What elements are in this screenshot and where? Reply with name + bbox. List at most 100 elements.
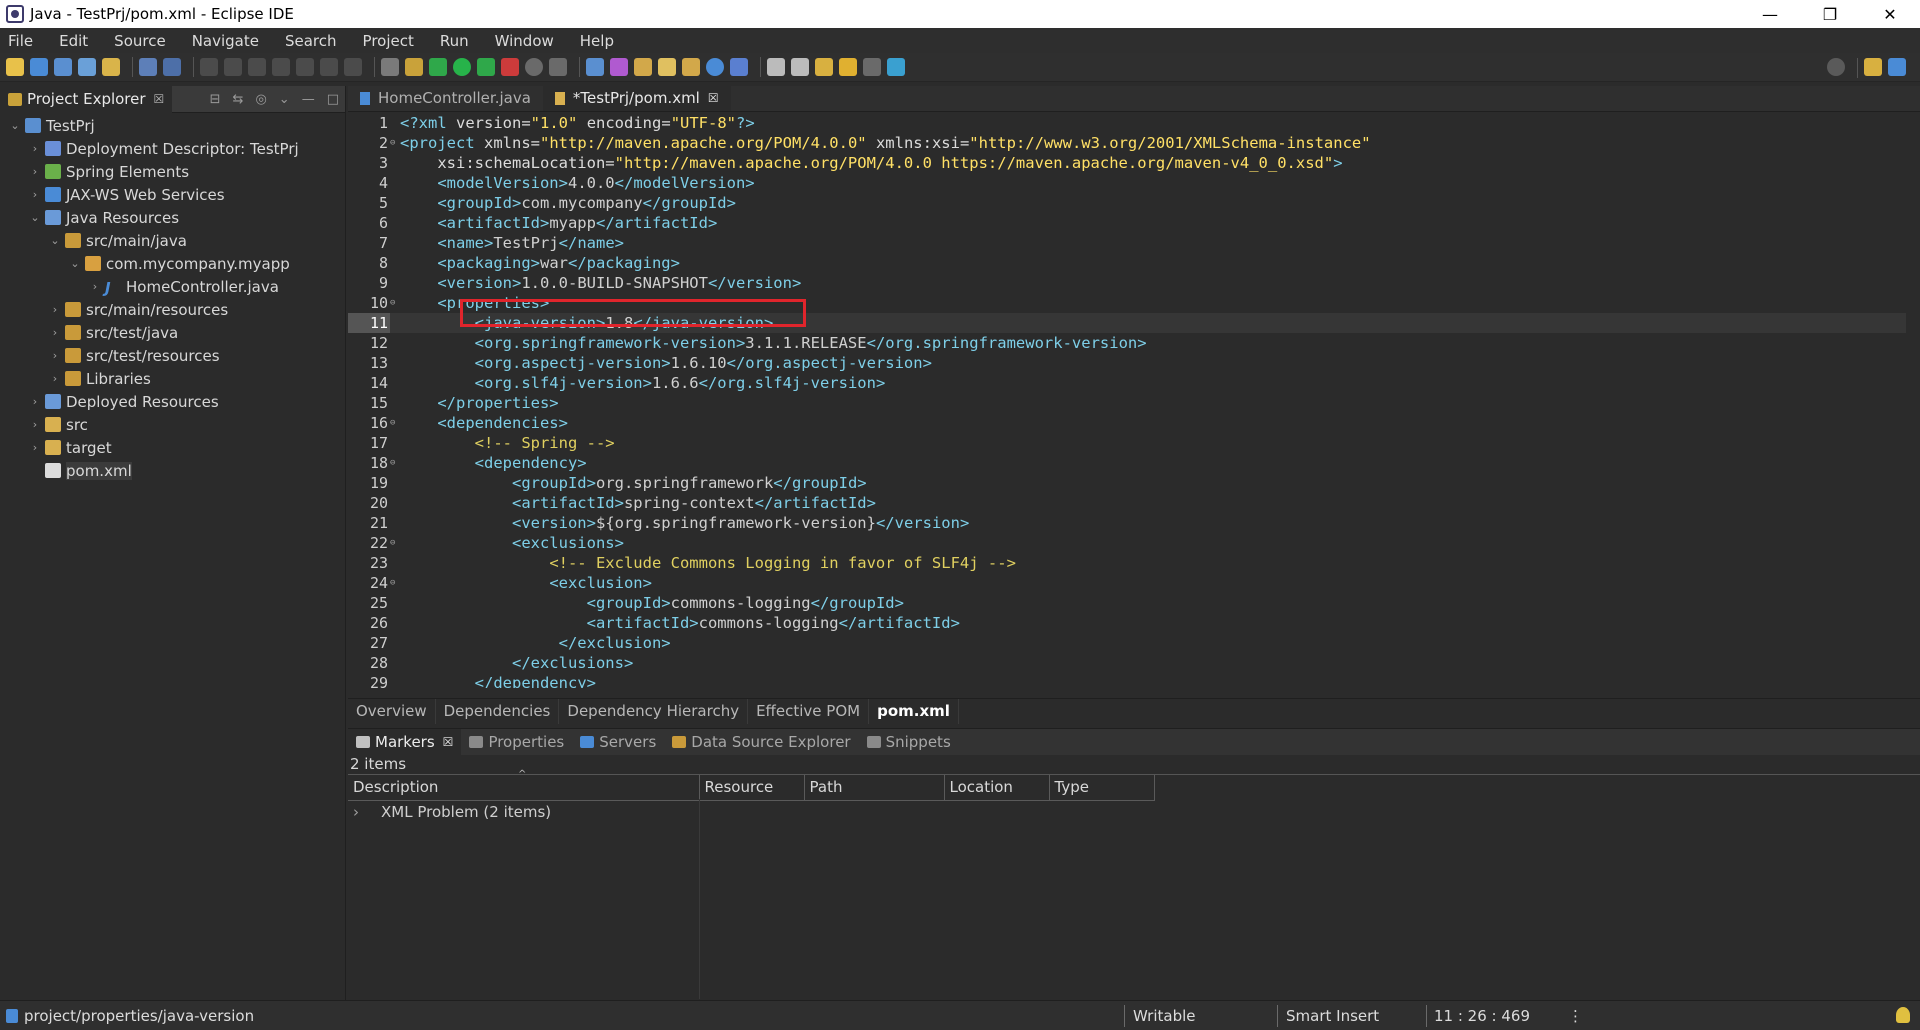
new-java-package-icon[interactable]	[586, 58, 604, 76]
tree-item[interactable]: pom.xml	[0, 459, 345, 482]
code-line[interactable]: 5 <groupId>com.mycompany</groupId>	[348, 193, 1908, 213]
code-line[interactable]: 14 <org.slf4j-version>1.6.6</org.slf4j-v…	[348, 373, 1908, 393]
code-line[interactable]: 29 </dependency>	[348, 673, 1908, 688]
menu-source[interactable]: Source	[114, 32, 166, 50]
toggle-breadcrumb-icon[interactable]	[405, 58, 423, 76]
fold-icon[interactable]: ⊖	[390, 533, 400, 553]
chevron-right-icon[interactable]: ›	[28, 418, 42, 431]
tree-item[interactable]: ⌄ TestPrj	[0, 114, 345, 137]
tree-item[interactable]: › src	[0, 413, 345, 436]
pin-editor-icon[interactable]	[887, 58, 905, 76]
step-into-icon[interactable]	[296, 58, 314, 76]
close-icon[interactable]: ☒	[154, 92, 165, 106]
chevron-right-icon[interactable]: ›	[48, 326, 62, 339]
pom-tab[interactable]: Overview	[348, 698, 436, 724]
code-line[interactable]: 20 <artifactId>spring-context</artifactI…	[348, 493, 1908, 513]
fold-icon[interactable]: ⊖	[390, 293, 400, 313]
menu-run[interactable]: Run	[440, 32, 469, 50]
debug-icon[interactable]	[429, 58, 447, 76]
code-line[interactable]: 2 ⊖ <project xmlns="http://maven.apache.or…	[348, 133, 1908, 153]
spell-check-icon[interactable]	[78, 58, 96, 76]
open-task-icon[interactable]	[102, 58, 120, 76]
chevron-right-icon[interactable]: ›	[28, 188, 42, 201]
server-icon[interactable]	[525, 58, 543, 76]
code-line[interactable]: 18 ⊖ <dependency>	[348, 453, 1908, 473]
menu-file[interactable]: File	[8, 32, 33, 50]
new-icon[interactable]	[6, 58, 24, 76]
annotation-icon[interactable]	[767, 58, 785, 76]
chevron-right-icon[interactable]: ›	[28, 142, 42, 155]
restore-button[interactable]: ❐	[1800, 0, 1860, 28]
tree-item[interactable]: › src/test/java	[0, 321, 345, 344]
code-line[interactable]: 7 <name>TestPrj</name>	[348, 233, 1908, 253]
code-line[interactable]: 12 <org.springframework-version>3.1.1.RE…	[348, 333, 1908, 353]
close-icon[interactable]: ☒	[708, 91, 719, 105]
fold-icon[interactable]: ⊖	[390, 453, 400, 473]
panel-tab[interactable]: Snippets	[859, 729, 959, 755]
column-location[interactable]: Location	[944, 775, 1050, 801]
code-line[interactable]: 8 <packaging>war</packaging>	[348, 253, 1908, 273]
chevron-down-icon[interactable]: ⌄	[48, 234, 62, 247]
resume-icon[interactable]	[200, 58, 218, 76]
tree-item[interactable]: › src/test/resources	[0, 344, 345, 367]
code-line[interactable]: 28 </exclusions>	[348, 653, 1908, 673]
collapse-all-icon[interactable]: ⊟	[210, 92, 221, 107]
save-all-icon[interactable]	[54, 58, 72, 76]
code-line[interactable]: 25 <groupId>commons-logging</groupId>	[348, 593, 1908, 613]
panel-tab[interactable]: Servers	[572, 729, 664, 755]
chevron-right-icon[interactable]: ›	[28, 441, 42, 454]
menu-project[interactable]: Project	[363, 32, 414, 50]
chevron-down-icon[interactable]: ⌄	[8, 119, 22, 132]
code-line[interactable]: 22 ⊖ <exclusions>	[348, 533, 1908, 553]
tree-item[interactable]: › Spring Elements	[0, 160, 345, 183]
pom-tab[interactable]: Dependency Hierarchy	[559, 698, 749, 724]
code-line[interactable]: 17 <!-- Spring -->	[348, 433, 1908, 453]
tree-item[interactable]: › target	[0, 436, 345, 459]
menu-navigate[interactable]: Navigate	[192, 32, 259, 50]
maximize-view-icon[interactable]: □	[327, 92, 339, 107]
code-line[interactable]: 3 xsi:schemaLocation="http://maven.apach…	[348, 153, 1908, 173]
view-menu-icon[interactable]: ⌄	[279, 92, 290, 107]
last-edit-icon[interactable]	[815, 58, 833, 76]
coverage-icon[interactable]	[477, 58, 495, 76]
code-line[interactable]: 6 <artifactId>myapp</artifactId>	[348, 213, 1908, 233]
forward-icon[interactable]	[863, 58, 881, 76]
globe-icon[interactable]	[706, 58, 724, 76]
chevron-right-icon[interactable]: ›	[28, 165, 42, 178]
pom-tab[interactable]: Effective POM	[748, 698, 870, 724]
tree-item[interactable]: › Deployed Resources	[0, 390, 345, 413]
more-icon[interactable]: ⋮	[1568, 1007, 1583, 1025]
new-class-icon[interactable]	[610, 58, 628, 76]
vertical-scrollbar[interactable]	[1906, 113, 1918, 693]
column-resource[interactable]: Resource	[699, 775, 805, 801]
publish-icon[interactable]	[549, 58, 567, 76]
code-line[interactable]: 15 </properties>	[348, 393, 1908, 413]
run-icon[interactable]	[453, 58, 471, 76]
next-annotation-icon[interactable]	[791, 58, 809, 76]
tree-item[interactable]: ⌄ src/main/java	[0, 229, 345, 252]
code-editor[interactable]: 1 <?xml version="1.0" encoding="UTF-8"?> 2…	[348, 113, 1908, 688]
link-with-editor-icon[interactable]: ⇆	[233, 92, 244, 107]
tree-item[interactable]: › Libraries	[0, 367, 345, 390]
save-icon[interactable]	[30, 58, 48, 76]
open-perspective-icon[interactable]	[1864, 58, 1882, 76]
open-resource-icon[interactable]	[682, 58, 700, 76]
disconnect-icon[interactable]	[272, 58, 290, 76]
tree-item[interactable]: › JAX-WS Web Services	[0, 183, 345, 206]
quick-access-icon[interactable]	[1827, 58, 1845, 76]
tip-icon[interactable]	[1896, 1007, 1910, 1023]
code-line[interactable]: 16 ⊖ <dependencies>	[348, 413, 1908, 433]
menu-help[interactable]: Help	[580, 32, 614, 50]
fold-icon[interactable]: ⊖	[390, 413, 400, 433]
terminate-icon[interactable]	[248, 58, 266, 76]
suspend-icon[interactable]	[224, 58, 242, 76]
open-type-icon[interactable]	[634, 58, 652, 76]
code-line[interactable]: 24 ⊖ <exclusion>	[348, 573, 1908, 593]
chevron-right-icon[interactable]: ›	[48, 349, 62, 362]
chevron-right-icon[interactable]: ›	[28, 395, 42, 408]
chevron-right-icon[interactable]: ›	[88, 280, 102, 293]
panel-tab[interactable]: Markers ☒	[348, 729, 462, 755]
chevron-right-icon[interactable]: ›	[48, 303, 62, 316]
open-console-icon[interactable]	[381, 58, 399, 76]
focus-icon[interactable]: ◎	[255, 92, 266, 107]
